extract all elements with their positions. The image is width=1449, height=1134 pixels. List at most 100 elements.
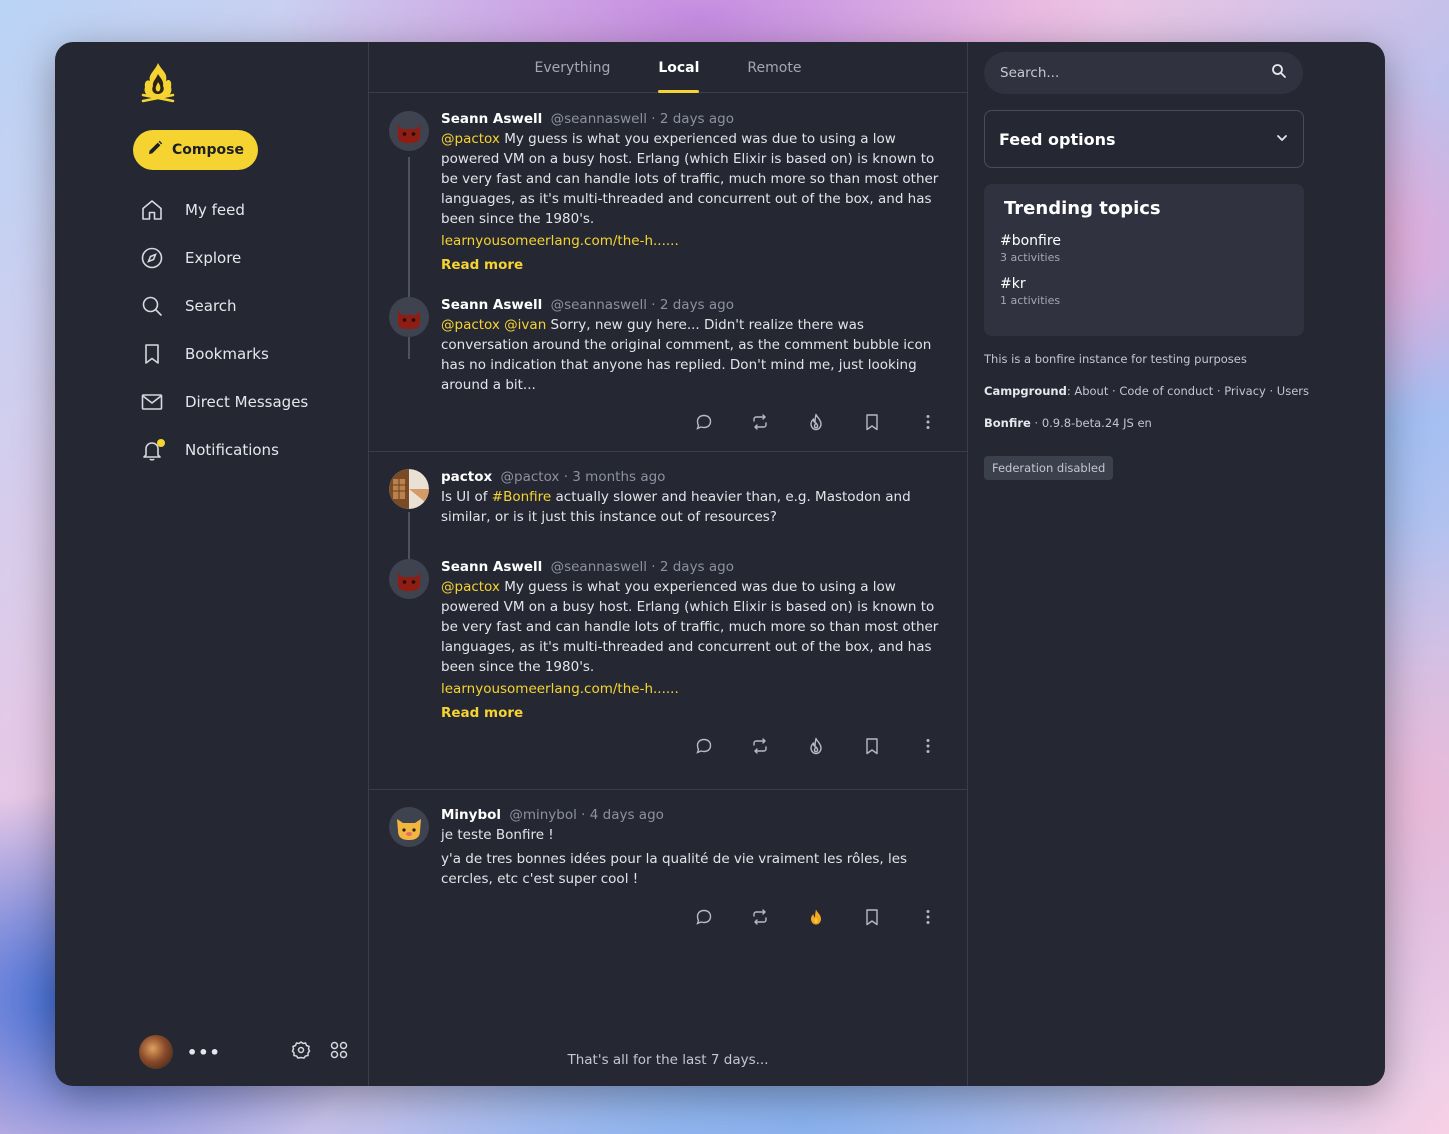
- main-nav: My feed Explore Search Bookmarks Direct …: [139, 186, 308, 474]
- post-meta: Seann Aswell @seannaswell · 2 days ago: [441, 559, 947, 575]
- post-meta: Seann Aswell @seannaswell · 2 days ago: [441, 297, 947, 313]
- bookmark-icon[interactable]: [861, 906, 883, 928]
- flame-like-icon[interactable]: [805, 735, 827, 757]
- apps-grid-icon[interactable]: [329, 1040, 349, 1064]
- post-meta: pactox @pactox · 3 months ago: [441, 469, 947, 485]
- post-time: · 2 days ago: [651, 297, 734, 313]
- post: Minybol @minybol · 4 days ago je teste B…: [369, 790, 967, 889]
- boost-icon[interactable]: [749, 735, 771, 757]
- campground-label: Campground: [984, 384, 1067, 398]
- nav-item-my-feed[interactable]: My feed: [139, 186, 308, 234]
- tab-everything[interactable]: Everything: [511, 42, 635, 93]
- search-icon: [139, 293, 165, 319]
- compose-button[interactable]: Compose: [133, 130, 258, 170]
- nav-label: Direct Messages: [185, 393, 309, 411]
- post-text: Is UI of: [441, 489, 492, 505]
- mention-link[interactable]: @pactox @ivan: [441, 317, 546, 333]
- thread: Minybol @minybol · 4 days ago je teste B…: [369, 790, 967, 928]
- post-body: y'a de tres bonnes idées pour la qualité…: [441, 851, 908, 887]
- trending-topics-card: Trending topics #bonfire 3 activities #k…: [984, 184, 1304, 336]
- post-text: My guess is what you experienced was due…: [441, 131, 939, 227]
- trending-topic[interactable]: #kr 1 activities: [1000, 276, 1288, 307]
- reply-icon[interactable]: [693, 906, 715, 928]
- compose-label: Compose: [172, 142, 244, 158]
- bookmark-icon[interactable]: [861, 411, 883, 433]
- search-icon[interactable]: [1271, 63, 1287, 83]
- user-avatar[interactable]: [139, 1035, 173, 1069]
- bonfire-label[interactable]: Bonfire: [984, 416, 1031, 430]
- trending-title: Trending topics: [1004, 198, 1161, 219]
- trending-topic[interactable]: #bonfire 3 activities: [1000, 233, 1288, 264]
- tab-local[interactable]: Local: [634, 42, 723, 93]
- post: Seann Aswell @seannaswell · 2 days ago @…: [369, 273, 967, 395]
- compass-icon: [139, 245, 165, 271]
- read-more-link[interactable]: Read more: [441, 705, 523, 721]
- topic-count: 1 activities: [1000, 294, 1061, 307]
- avatar[interactable]: [389, 807, 429, 847]
- footer-links[interactable]: : About · Code of conduct · Privacy · Us…: [1067, 384, 1309, 398]
- version-text: · 0.9.8-beta.24 JS en: [1030, 416, 1152, 430]
- avatar[interactable]: [389, 469, 429, 509]
- nav-label: My feed: [185, 201, 245, 219]
- flame-like-icon[interactable]: [805, 906, 827, 928]
- nav-item-search[interactable]: Search: [139, 282, 308, 330]
- author-name[interactable]: Seann Aswell: [441, 111, 542, 127]
- flame-like-icon[interactable]: [805, 411, 827, 433]
- more-menu-button[interactable]: •••: [187, 1043, 221, 1062]
- search-input[interactable]: [1000, 65, 1271, 81]
- settings-icon[interactable]: [291, 1040, 311, 1064]
- more-options-icon[interactable]: [917, 906, 939, 928]
- post-actions: [369, 906, 967, 928]
- hashtag-link[interactable]: #Bonfire: [492, 489, 551, 505]
- avatar[interactable]: [389, 297, 429, 337]
- author-name[interactable]: Seann Aswell: [441, 297, 542, 313]
- author-handle[interactable]: @minybol: [509, 807, 577, 823]
- home-icon: [139, 197, 165, 223]
- avatar[interactable]: [389, 559, 429, 599]
- bonfire-logo[interactable]: [139, 60, 177, 104]
- nav-item-direct-messages[interactable]: Direct Messages: [139, 378, 308, 426]
- nav-item-explore[interactable]: Explore: [139, 234, 308, 282]
- author-name[interactable]: Minybol: [441, 807, 501, 823]
- topic-tag: #bonfire: [1000, 233, 1061, 249]
- reply-icon[interactable]: [693, 735, 715, 757]
- boost-icon[interactable]: [749, 411, 771, 433]
- author-handle[interactable]: @seannaswell: [551, 297, 647, 313]
- mention-link[interactable]: @pactox: [441, 579, 500, 595]
- envelope-icon: [139, 389, 165, 415]
- post-body: @pactox My guess is what you experienced…: [441, 577, 947, 677]
- more-options-icon[interactable]: [917, 735, 939, 757]
- avatar[interactable]: [389, 111, 429, 151]
- author-handle[interactable]: @seannaswell: [551, 111, 647, 127]
- post-time: · 2 days ago: [651, 559, 734, 575]
- feed-column: Everything Local Remote Seann Aswell @se…: [369, 42, 968, 1086]
- external-link[interactable]: learnyousomeerlang.com/the-h......: [441, 233, 679, 249]
- mention-link[interactable]: @pactox: [441, 131, 500, 147]
- app-window: Compose My feed Explore Search Bookmarks…: [55, 42, 1385, 1086]
- nav-label: Bookmarks: [185, 345, 269, 363]
- feed-options-dropdown[interactable]: Feed options: [984, 110, 1304, 168]
- post-time: · 4 days ago: [581, 807, 664, 823]
- read-more-link[interactable]: Read more: [441, 257, 523, 273]
- post: Seann Aswell @seannaswell · 2 days ago @…: [369, 93, 967, 273]
- author-handle[interactable]: @pactox: [501, 469, 560, 485]
- external-link[interactable]: learnyousomeerlang.com/the-h......: [441, 681, 679, 697]
- more-options-icon[interactable]: [917, 411, 939, 433]
- reply-icon[interactable]: [693, 411, 715, 433]
- post-body: Is UI of #Bonfire actually slower and he…: [441, 487, 947, 527]
- thread: Seann Aswell @seannaswell · 2 days ago @…: [369, 93, 967, 452]
- boost-icon[interactable]: [749, 906, 771, 928]
- version-info: Bonfire · 0.9.8-beta.24 JS en: [984, 416, 1314, 430]
- search-box: [984, 52, 1303, 94]
- chevron-down-icon: [1275, 130, 1289, 149]
- author-name[interactable]: Seann Aswell: [441, 559, 542, 575]
- sidebar: Compose My feed Explore Search Bookmarks…: [55, 42, 369, 1086]
- tab-remote[interactable]: Remote: [723, 42, 825, 93]
- bell-icon: [139, 437, 165, 463]
- nav-item-notifications[interactable]: Notifications: [139, 426, 308, 474]
- thread: pactox @pactox · 3 months ago Is UI of #…: [369, 452, 967, 790]
- author-name[interactable]: pactox: [441, 469, 492, 485]
- bookmark-icon[interactable]: [861, 735, 883, 757]
- nav-item-bookmarks[interactable]: Bookmarks: [139, 330, 308, 378]
- author-handle[interactable]: @seannaswell: [551, 559, 647, 575]
